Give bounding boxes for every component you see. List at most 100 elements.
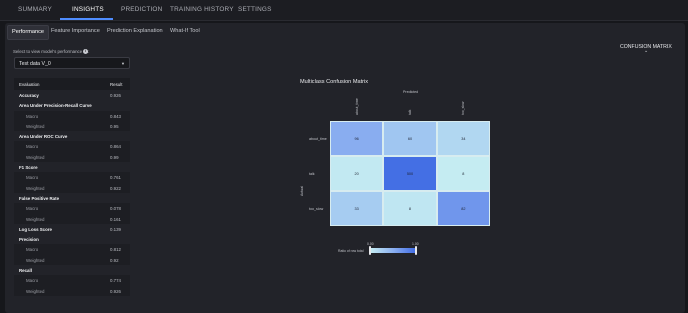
subtab-feature-importance[interactable]: Feature Importance	[47, 25, 104, 38]
top-navigation: SUMMARY INSIGHTS PREDICTION TRAINING HIS…	[0, 0, 688, 21]
metric-value: 0.92	[110, 257, 119, 263]
column-tick-label: about_time	[354, 98, 359, 115]
matrix-cell[interactable]: 8	[383, 191, 437, 226]
metric-label: Weighted	[26, 257, 45, 263]
matrix-cell[interactable]: 8	[436, 156, 490, 191]
tab-training-history[interactable]: TRAINING HISTORY	[170, 0, 234, 20]
matrix-cell[interactable]: 33	[330, 191, 384, 226]
colorbar-min-handle[interactable]	[369, 246, 371, 255]
data-selector-value: Test data V_0	[19, 61, 51, 67]
chevron-down-icon[interactable]: ⌄	[644, 49, 648, 54]
metric-label: Weighted	[26, 123, 45, 129]
evaluation-rows: Accuracy 0.926 Area Under Precision-Recall…	[14, 90, 130, 296]
submetric-row: Macro 0.761	[14, 172, 130, 183]
metric-label: Macro	[26, 175, 39, 181]
y-axis-label: Actual	[300, 186, 304, 196]
metric-row: Recall	[14, 265, 130, 275]
chart-title: Multiclass Confusion Matrix	[300, 79, 369, 85]
subtab-bar: Performance Feature Importance Predictio…	[5, 23, 685, 40]
metric-label: Macro	[26, 144, 39, 150]
metric-value: 0.926	[110, 93, 121, 98]
x-axis-label: Predicted	[403, 90, 419, 94]
confusion-matrix-grid: 96 60 34 20 500 8 33 8 82	[330, 121, 490, 226]
metric-row: Area Under ROC Curve	[14, 131, 130, 141]
evaluation-table-header: Evaluation Result	[14, 78, 130, 90]
submetric-row: Weighted 0.161	[14, 213, 130, 224]
metric-label: Precision	[19, 237, 39, 243]
tab-prediction[interactable]: PREDICTION	[121, 0, 162, 20]
metric-label: Weighted	[26, 288, 45, 294]
submetric-row: Weighted 0.926	[14, 285, 130, 296]
submetric-row: Weighted 0.92	[14, 254, 130, 266]
submetric-row: Weighted 0.95	[14, 120, 130, 132]
tab-summary[interactable]: SUMMARY	[18, 0, 52, 20]
submetric-row: Macro 0.864	[14, 141, 130, 152]
result-column-header: Result	[110, 82, 123, 87]
metric-value: 0.95	[110, 123, 119, 129]
metric-value: 0.078	[110, 206, 121, 212]
insights-panel: Performance Feature Importance Predictio…	[5, 23, 685, 313]
metric-value: 0.161	[110, 216, 121, 222]
matrix-cell[interactable]: 82	[436, 191, 490, 226]
metric-label: Weighted	[26, 154, 45, 160]
subtab-performance[interactable]: Performance	[7, 25, 50, 40]
submetric-row: Macro 0.774	[14, 275, 130, 286]
row-tick-label: too_slow	[309, 206, 324, 211]
evaluation-column-header: Evaluation	[19, 82, 40, 87]
matrix-cell[interactable]: 20	[330, 156, 384, 191]
tab-settings[interactable]: SETTINGS	[238, 0, 272, 20]
active-tab-indicator	[60, 18, 113, 20]
metric-value: 0.812	[110, 247, 121, 253]
metric-label: Area Under Precision-Recall Curve	[19, 103, 92, 109]
metric-value: 0.99	[110, 154, 119, 160]
row-tick-label: about_time	[309, 136, 327, 141]
data-selector-dropdown[interactable]: Test data V_0 ▼	[14, 57, 130, 69]
tab-insights[interactable]: INSIGHTS	[72, 0, 104, 20]
submetric-row: Macro 0.078	[14, 203, 130, 214]
metric-label: Recall	[19, 268, 32, 274]
column-tick-label: talk	[408, 109, 412, 115]
colorbar	[370, 248, 417, 253]
row-tick-label: talk	[309, 171, 315, 176]
subtab-what-if-tool[interactable]: What-If Tool	[166, 25, 204, 38]
metric-label: Macro	[26, 113, 39, 119]
metric-value: 0.864	[110, 144, 121, 150]
matrix-cell[interactable]: 500	[383, 156, 437, 191]
info-icon[interactable]: i	[83, 49, 88, 54]
metric-label: F1 Score	[19, 165, 38, 171]
colorbar-label: Ratio of row total	[338, 249, 364, 253]
metric-label: Macro	[26, 247, 39, 253]
caret-down-icon: ▼	[121, 61, 125, 66]
metric-row: F1 Score	[14, 162, 130, 172]
metric-label: False Positive Rate	[19, 195, 60, 201]
metric-label: Weighted	[26, 185, 45, 191]
metric-row: Accuracy 0.926	[14, 90, 130, 100]
metric-row: Precision	[14, 234, 130, 244]
matrix-cell[interactable]: 34	[436, 121, 490, 156]
submetric-row: Macro 0.812	[14, 244, 130, 255]
metric-value: 0.761	[110, 175, 121, 181]
metric-label: Macro	[26, 278, 39, 284]
metric-value: 0.139	[110, 226, 121, 232]
submetric-row: Weighted 0.99	[14, 151, 130, 163]
metric-row: Log Loss Score 0.139	[14, 224, 130, 234]
metric-label: Accuracy	[19, 93, 39, 98]
metric-label: Log Loss Score	[19, 226, 52, 232]
metric-value: 0.926	[110, 288, 121, 294]
matrix-cell[interactable]: 96	[330, 121, 384, 156]
evaluation-table: Evaluation Result Accuracy 0.926 Area Unde…	[14, 78, 130, 296]
metric-label: Area Under ROC Curve	[19, 134, 68, 140]
metric-value: 0.774	[110, 278, 121, 284]
matrix-cell[interactable]: 60	[383, 121, 437, 156]
metric-label: Weighted	[26, 216, 45, 222]
colorbar-max-handle[interactable]	[415, 246, 417, 255]
submetric-row: Weighted 0.922	[14, 182, 130, 193]
metric-label: Macro	[26, 206, 39, 212]
submetric-row: Macro 0.843	[14, 110, 130, 121]
metric-value: 0.922	[110, 185, 121, 191]
data-selector-label: Select to view model's performance on:	[13, 49, 90, 54]
column-tick-label: too_slow	[461, 101, 466, 115]
subtab-prediction-explanation[interactable]: Prediction Explanation	[103, 25, 167, 38]
metric-value: 0.843	[110, 113, 121, 119]
metric-row: Area Under Precision-Recall Curve	[14, 100, 130, 110]
